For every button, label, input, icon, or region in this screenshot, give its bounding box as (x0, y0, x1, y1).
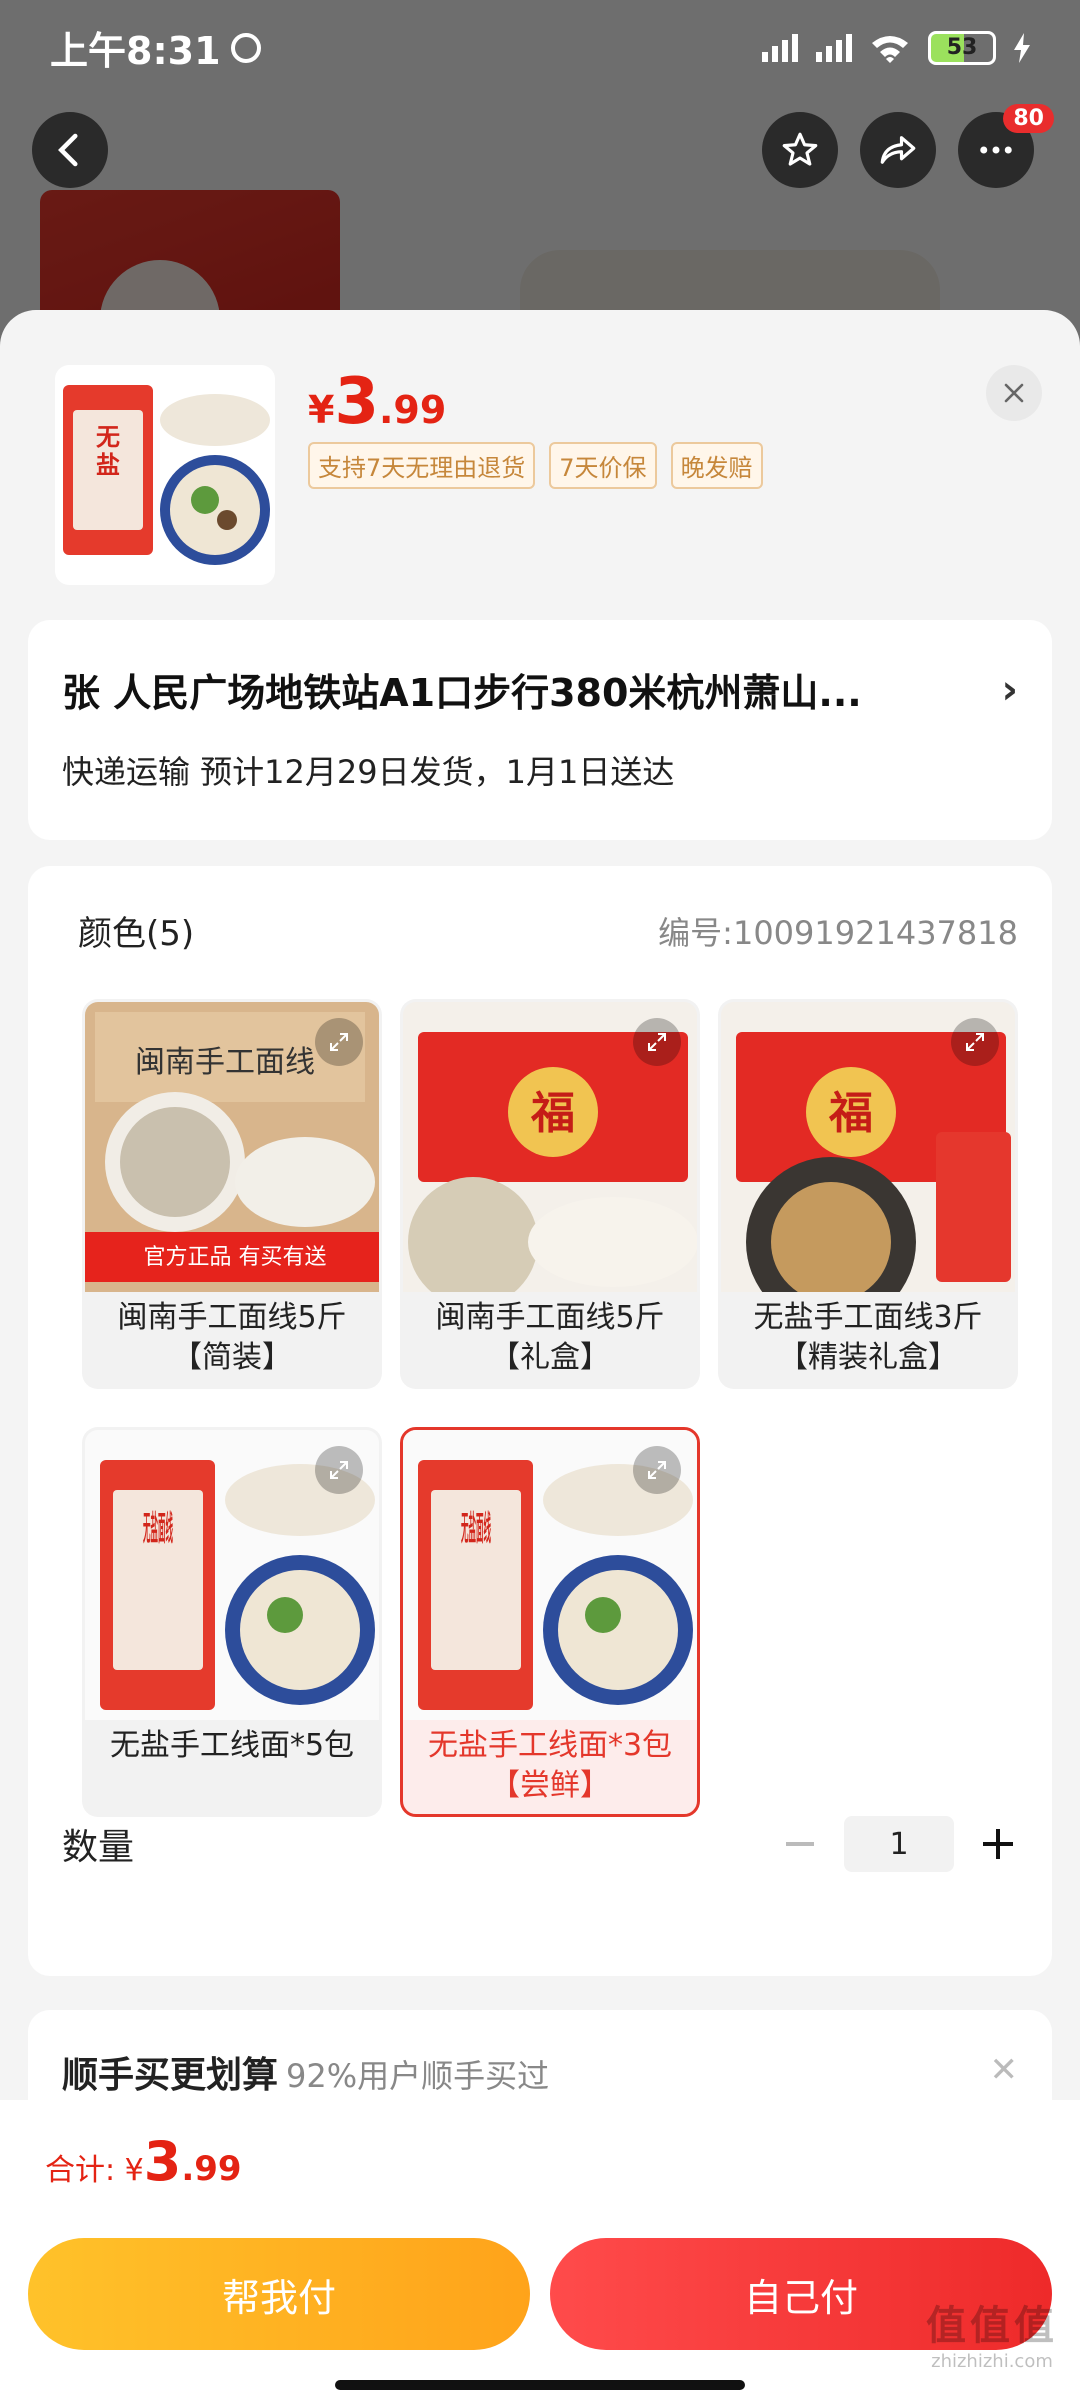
option-image-title: 无盐面线 (461, 1509, 491, 1549)
option-label: 闽南手工面线5斤【简装】 (117, 1300, 347, 1375)
home-indicator[interactable] (335, 2380, 745, 2390)
option-grid: 闽南手工面线 官方正品 有买有送 闽南手工面线5斤【简装】 福 闽南手工面线5斤… (62, 999, 1018, 1819)
total-label: 合计: (45, 2153, 125, 2188)
tag-price-protect: 7天价保 (549, 442, 657, 489)
shipping-estimate: 快递运输 预计12月29日发货，1月1日送达 (62, 753, 675, 791)
close-icon (1004, 383, 1024, 403)
watermark-logo: 值值值 (926, 2303, 1058, 2349)
share-icon (880, 136, 916, 164)
option-image-title: 福 (530, 1088, 575, 1139)
increment-button[interactable] (978, 1824, 1018, 1864)
quantity-value[interactable]: 1 (844, 1816, 954, 1872)
sheet-header: 无 盐 ¥3.99 支持7天无理由退货 7天价保 晚发赔 (0, 310, 1080, 620)
option-item[interactable]: 福 无盐手工面线3斤【精装礼盒】 (718, 999, 1018, 1389)
share-button[interactable] (860, 112, 936, 188)
options-card: 颜色(5) 编号:10091921437818 闽南手工面线 官方正品 有买有送 (28, 866, 1052, 1976)
decrement-button[interactable] (780, 1824, 820, 1864)
address-text: 张 人民广场地铁站A1口步行380米杭州萧山... (62, 671, 862, 715)
expand-icon (330, 1461, 348, 1479)
option-image-title: 无盐面线 (143, 1509, 173, 1549)
expand-icon (330, 1033, 348, 1051)
chevron-left-icon (58, 133, 78, 167)
expand-button[interactable] (315, 1018, 363, 1066)
option-image-title: 闽南手工面线 (135, 1045, 315, 1080)
charging-icon (1014, 32, 1030, 63)
expand-button[interactable] (951, 1018, 999, 1066)
quantity-stepper: 1 (780, 1816, 1018, 1872)
tag-return: 支持7天无理由退货 (308, 442, 536, 489)
notification-badge: 80 (1003, 104, 1054, 133)
star-icon (782, 132, 818, 166)
expand-button[interactable] (633, 1446, 681, 1494)
sku-selector-sheet: 无 盐 ¥3.99 支持7天无理由退货 7天价保 晚发赔 张 人民广场地铁站A1… (0, 310, 1080, 2400)
price-decimal: .99 (378, 388, 447, 432)
favorite-button[interactable] (762, 112, 838, 188)
option-item[interactable]: 福 闽南手工面线5斤【礼盒】 (400, 999, 700, 1389)
total-decimal: .99 (181, 2149, 242, 2189)
expand-icon (648, 1033, 666, 1051)
watermark: 值值值 zhizhizhi.com (926, 2293, 1058, 2372)
option-item-selected[interactable]: 无盐面线 无盐手工线面*3包【尝鲜】 (400, 1427, 700, 1817)
upsell-subtitle: 92%用户顺手买过 (286, 2057, 550, 2095)
option-image-title: 福 (828, 1088, 873, 1139)
option-label: 无盐手工线面*3包【尝鲜】 (427, 1728, 673, 1803)
watermark-url: zhizhizhi.com (931, 2351, 1053, 2372)
svg-text:无: 无 (96, 423, 120, 451)
alarm-icon (230, 32, 261, 63)
option-label: 无盐手工线面*5包 (109, 1728, 355, 1763)
price-integer: 3 (334, 365, 379, 439)
plus-icon (983, 1829, 1013, 1859)
more-button[interactable]: 80 (958, 104, 1054, 188)
tag-late-compensation: 晚发赔 (670, 442, 763, 489)
option-item[interactable]: 闽南手工面线 官方正品 有买有送 闽南手工面线5斤【简装】 (82, 999, 382, 1389)
address-line: 张 人民广场地铁站A1口步行380米杭州萧山... › (62, 662, 1018, 717)
option-label: 无盐手工面线3斤【精装礼盒】 (753, 1300, 983, 1375)
total-currency: ¥ (124, 2153, 144, 2188)
price-currency: ¥ (308, 388, 335, 432)
total-price: 合计: ¥3.99 (45, 2130, 242, 2193)
chevron-right-icon: › (1001, 666, 1018, 713)
svg-text:盐: 盐 (96, 451, 120, 479)
more-dots-icon (980, 146, 1012, 154)
product-code: 编号:10091921437818 (658, 913, 1018, 952)
minus-icon (786, 1842, 814, 1846)
expand-icon (648, 1461, 666, 1479)
address-card[interactable]: 张 人民广场地铁站A1口步行380米杭州萧山... › 快递运输 预计12月29… (28, 620, 1052, 840)
upsell-title: 顺手买更划算 (62, 2055, 279, 2096)
service-tags: 支持7天无理由退货 7天价保 晚发赔 (308, 442, 763, 489)
close-button[interactable] (986, 365, 1042, 421)
total-integer: 3 (143, 2130, 182, 2193)
option-image-badge: 官方正品 有买有送 (144, 1245, 327, 1270)
options-title: 颜色(5) (78, 914, 195, 954)
signal-icon (762, 33, 798, 62)
close-upsell-icon[interactable]: ✕ (990, 2050, 1019, 2090)
back-button[interactable] (32, 112, 108, 188)
expand-icon (966, 1033, 984, 1051)
option-item[interactable]: 无盐面线 无盐手工线面*5包 (82, 1427, 382, 1817)
option-label: 闽南手工面线5斤【礼盒】 (435, 1300, 665, 1375)
help-pay-button[interactable]: 帮我付 (28, 2238, 530, 2350)
signal-icon (816, 33, 852, 62)
options-header: 颜色(5) 编号:10091921437818 (62, 906, 1018, 955)
checkout-footer: 合计: ¥3.99 帮我付 自己付 (0, 2100, 1080, 2400)
price: ¥3.99 (308, 365, 446, 439)
quantity-label: 数量 (62, 1827, 135, 1868)
status-time: 上午8:31 (50, 29, 221, 73)
quantity-row: 数量 1 (62, 1816, 1018, 1872)
battery-indicator: 53 (928, 30, 996, 65)
status-bar: 上午8:31 53 (0, 0, 1080, 95)
expand-button[interactable] (633, 1018, 681, 1066)
expand-button[interactable] (315, 1446, 363, 1494)
wifi-icon (872, 35, 908, 63)
product-thumbnail[interactable]: 无 盐 (55, 365, 275, 585)
